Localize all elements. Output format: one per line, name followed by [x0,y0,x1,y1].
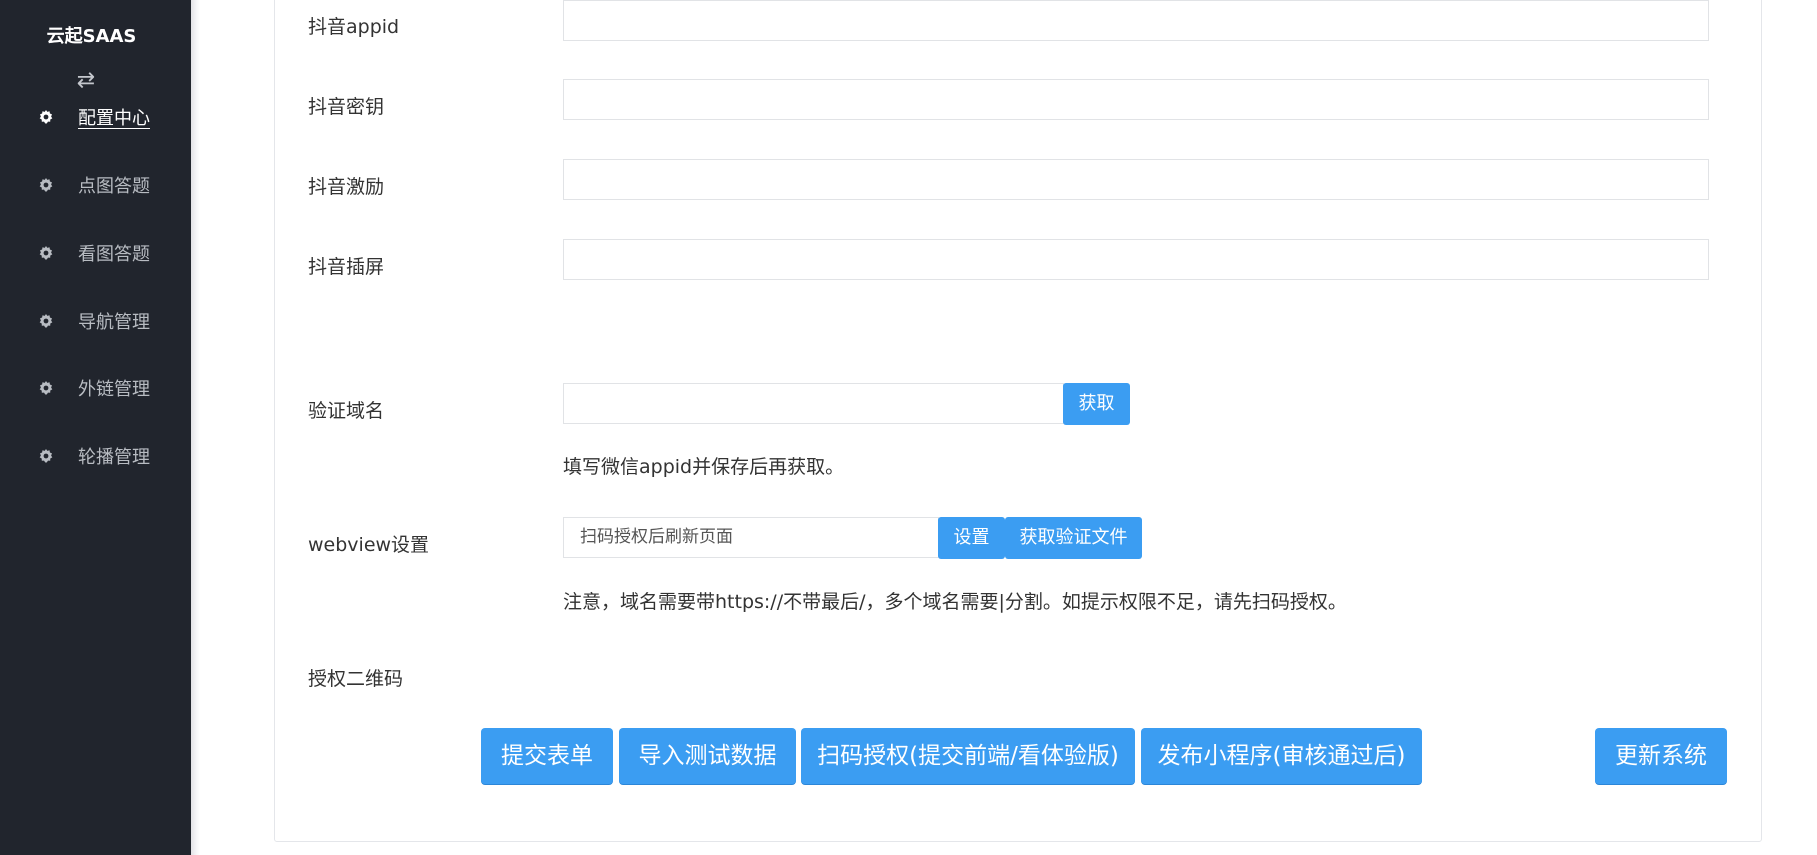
sidebar-item-label: 点图答题 [78,176,150,197]
gear-icon [38,177,62,193]
webview-label: webview设置 [308,534,430,556]
verify-domain-input[interactable] [563,383,1064,424]
gear-icon [38,109,62,125]
import-test-data-button[interactable]: 导入测试数据 [619,728,796,784]
douyin-interstitial-label: 抖音插屏 [308,256,385,278]
sidebar: 云起SAAS ⇄ 配置中心 点图答题 看图答题 导航管理 外链管理 轮播管理 [0,0,191,855]
douyin-reward-input[interactable] [563,159,1709,200]
douyin-reward-label: 抖音激励 [308,176,385,198]
get-verify-file-button[interactable]: 获取验证文件 [1005,517,1142,559]
qrcode-label: 授权二维码 [308,668,404,690]
fetch-button[interactable]: 获取 [1063,383,1130,425]
sidebar-item-config-center[interactable]: 配置中心 [38,102,188,132]
sidebar-divider [191,0,200,855]
submit-form-button[interactable]: 提交表单 [481,728,613,784]
gear-icon [38,313,62,329]
publish-miniprogram-button[interactable]: 发布小程序(审核通过后) [1141,728,1422,784]
set-button[interactable]: 设置 [938,517,1005,559]
douyin-appid-label: 抖音appid [308,16,400,38]
brand-title: 云起SAAS [46,26,137,47]
sidebar-item-label: 配置中心 [78,108,150,129]
gear-icon [38,380,62,396]
douyin-appid-input[interactable] [563,0,1709,41]
update-system-button[interactable]: 更新系统 [1595,728,1727,784]
gear-icon [38,245,62,261]
sidebar-item-label: 外链管理 [78,379,150,400]
douyin-secret-label: 抖音密钥 [308,96,385,118]
sidebar-item-label: 看图答题 [78,244,150,265]
douyin-interstitial-input[interactable] [563,239,1709,280]
swap-arrows-icon[interactable]: ⇄ [73,68,99,94]
sidebar-item-click-image-quiz[interactable]: 点图答题 [38,170,188,200]
sidebar-item-external-links[interactable]: 外链管理 [38,373,188,403]
gear-icon [38,448,62,464]
sidebar-item-nav-management[interactable]: 导航管理 [38,306,188,336]
scan-authorize-button[interactable]: 扫码授权(提交前端/看体验版) [801,728,1135,784]
verify-domain-label: 验证域名 [308,400,385,422]
sidebar-item-view-image-quiz[interactable]: 看图答题 [38,238,188,268]
douyin-secret-input[interactable] [563,79,1709,120]
verify-domain-help: 填写微信appid并保存后再获取。 [563,456,845,478]
sidebar-item-carousel[interactable]: 轮播管理 [38,441,188,471]
webview-help: 注意，域名需要带https://不带最后/，多个域名需要|分割。如提示权限不足，… [563,591,1347,613]
sidebar-item-label: 轮播管理 [78,447,150,468]
sidebar-item-label: 导航管理 [78,312,150,333]
webview-input[interactable]: 扫码授权后刷新页面 [563,517,939,558]
